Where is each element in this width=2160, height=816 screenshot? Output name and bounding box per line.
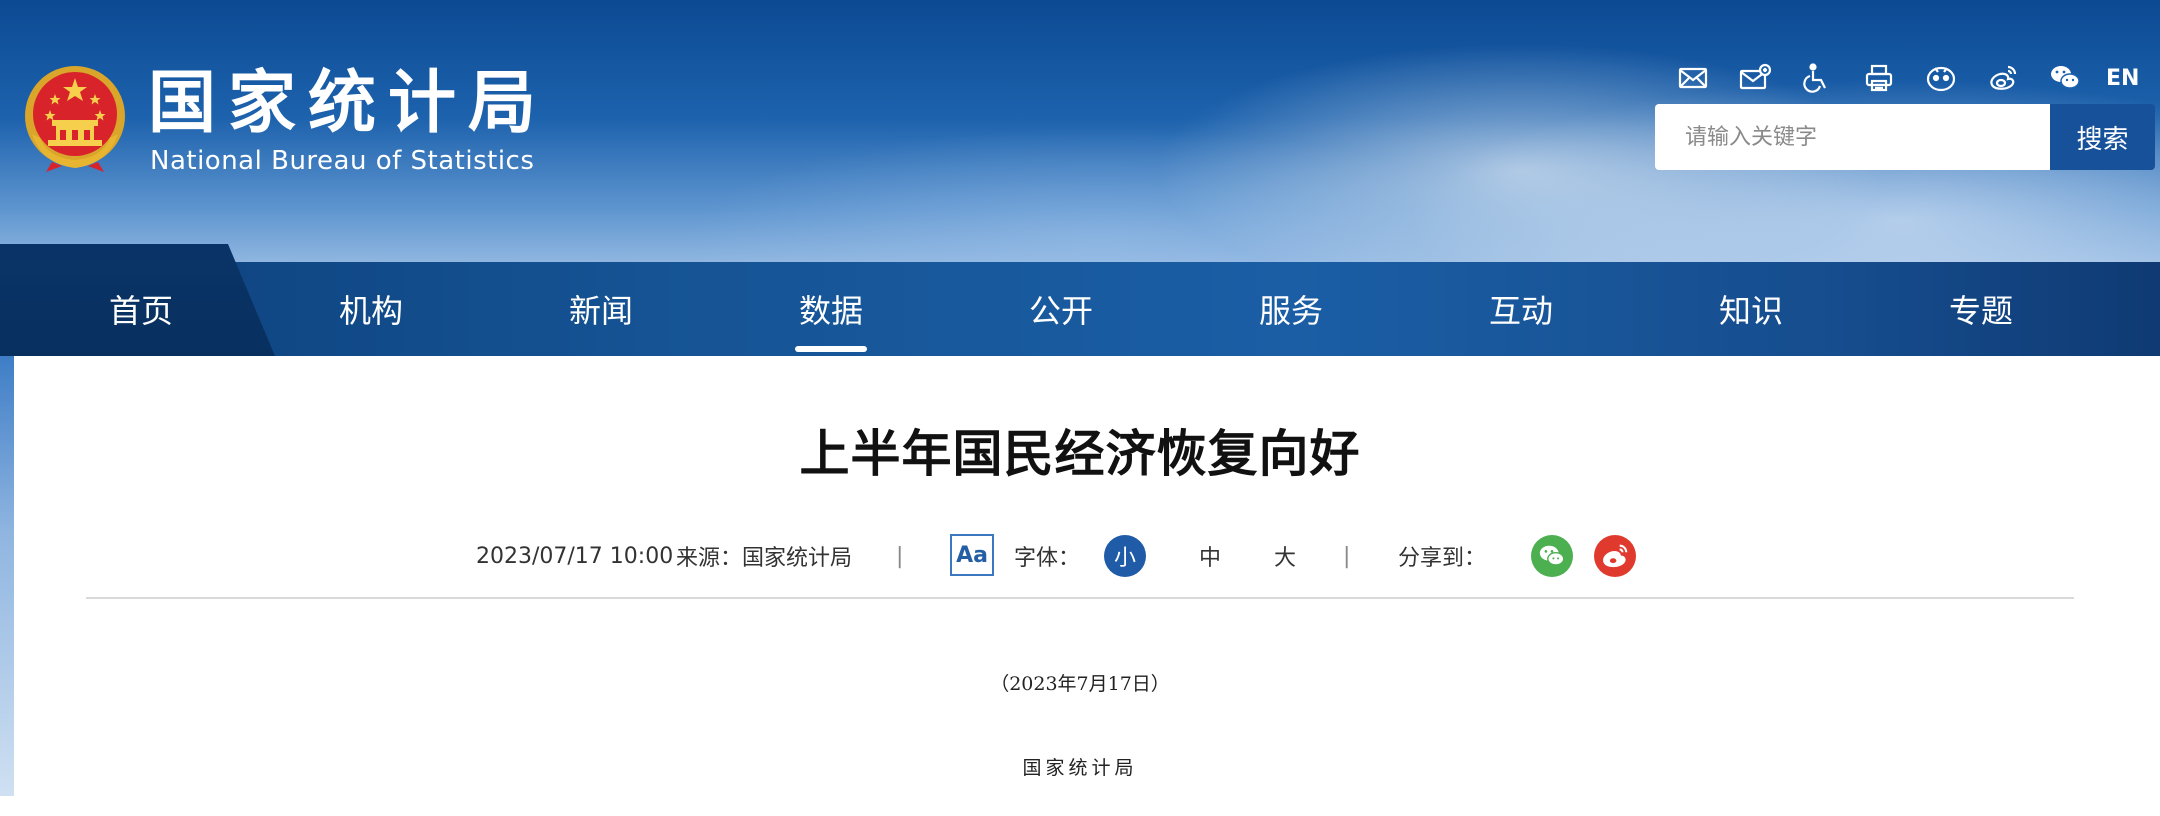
article-author-line: 国家统计局 bbox=[1022, 757, 1138, 779]
header-tools: EN bbox=[1676, 60, 2139, 96]
article-title: 上半年国民经济恢复向好 bbox=[799, 425, 1361, 483]
search-input[interactable] bbox=[1655, 104, 2050, 170]
meta-separator: | bbox=[1343, 543, 1351, 569]
font-size-large-button[interactable]: 大 bbox=[1264, 534, 1306, 578]
article-meta: 2023/07/17 10:00 来源：国家统计局 | Aa 字体： 小 中 大… bbox=[0, 534, 2160, 578]
article-date-line: （2023年7月17日） bbox=[990, 673, 1170, 695]
mini-program-icon[interactable] bbox=[1924, 61, 1958, 95]
site-header: 国家统计局 National Bureau of Statistics EN 搜… bbox=[0, 0, 2160, 262]
mail-icon[interactable] bbox=[1676, 61, 1710, 95]
wechat-icon[interactable] bbox=[2048, 61, 2082, 95]
main-nav: 首页 机构 新闻 数据 公开 服务 互动 知识 专题 bbox=[0, 244, 2160, 356]
site-name-cn[interactable]: 国家统计局 bbox=[148, 66, 548, 142]
nav-item-organization[interactable]: 机构 bbox=[271, 262, 471, 356]
nav-item-interaction[interactable]: 互动 bbox=[1421, 262, 1621, 356]
publish-datetime: 2023/07/17 10:00 bbox=[476, 543, 674, 569]
feedback-mail-icon[interactable] bbox=[1738, 61, 1772, 95]
search-button[interactable]: 搜索 bbox=[2050, 104, 2155, 170]
font-label: 字体： bbox=[1014, 546, 1081, 571]
font-size-icon[interactable]: Aa bbox=[950, 534, 994, 576]
search-box: 搜索 bbox=[1655, 104, 2155, 170]
weibo-icon[interactable] bbox=[1986, 61, 2020, 95]
language-switch-en[interactable]: EN bbox=[2106, 66, 2139, 91]
font-size-medium-button[interactable]: 中 bbox=[1189, 534, 1231, 578]
article-source: 来源：国家统计局 bbox=[676, 546, 853, 571]
nav-item-disclosure[interactable]: 公开 bbox=[961, 262, 1161, 356]
font-size-small-button[interactable]: 小 bbox=[1104, 535, 1146, 577]
national-emblem-logo[interactable] bbox=[22, 64, 128, 174]
share-label: 分享到： bbox=[1398, 546, 1487, 571]
meta-separator: | bbox=[896, 543, 904, 569]
meta-divider bbox=[86, 597, 2074, 599]
share-weibo-icon[interactable] bbox=[1594, 535, 1636, 577]
site-name-en[interactable]: National Bureau of Statistics bbox=[150, 146, 534, 176]
nav-item-data[interactable]: 数据 bbox=[731, 262, 931, 356]
print-icon[interactable] bbox=[1862, 61, 1896, 95]
nav-item-news[interactable]: 新闻 bbox=[501, 262, 701, 356]
nav-item-topics[interactable]: 专题 bbox=[1881, 262, 2081, 356]
accessibility-icon[interactable] bbox=[1800, 61, 1834, 95]
nav-item-home[interactable]: 首页 bbox=[41, 262, 241, 356]
share-wechat-icon[interactable] bbox=[1531, 535, 1573, 577]
nav-item-knowledge[interactable]: 知识 bbox=[1651, 262, 1851, 356]
nav-item-service[interactable]: 服务 bbox=[1191, 262, 1391, 356]
nav-active-indicator bbox=[795, 346, 867, 352]
